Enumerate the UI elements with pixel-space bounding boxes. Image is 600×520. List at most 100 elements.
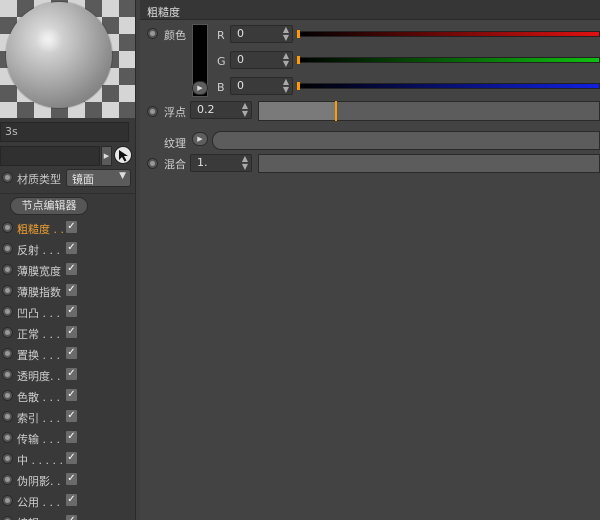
slider-handle[interactable] [297, 82, 300, 90]
channel-keyframe-icon[interactable] [2, 453, 13, 464]
preview-sphere [6, 2, 112, 108]
stepper-icon[interactable]: ▲ ▼ [283, 52, 289, 68]
channel-keyframe-icon[interactable] [2, 369, 13, 380]
material-preview[interactable] [0, 0, 135, 118]
channel-keyframe-icon[interactable] [2, 348, 13, 359]
channel-list-item[interactable]: 伪阴影. . ✓ [0, 470, 135, 491]
channel-list-item[interactable]: 透明度. . ✓ [0, 365, 135, 386]
green-slider[interactable] [297, 56, 600, 64]
mix-keyframe-icon[interactable] [147, 158, 158, 169]
stepper-icon[interactable]: ▲ ▼ [283, 78, 289, 94]
channel-keyframe-icon[interactable] [2, 411, 13, 422]
channel-name[interactable]: 透明度. . [17, 368, 61, 384]
channel-name[interactable]: 置换 . . . [17, 347, 60, 363]
channel-list-item[interactable]: 索引 . . . ✓ [0, 407, 135, 428]
stepper-icon[interactable]: ▲ ▼ [242, 102, 248, 118]
channel-keyframe-icon[interactable] [2, 222, 13, 233]
channel-name[interactable]: 编辑 . . . [17, 515, 60, 520]
expand-button[interactable]: ▶ [192, 81, 208, 95]
path-field[interactable] [0, 146, 100, 166]
channel-keyframe-icon[interactable] [2, 264, 13, 275]
channel-name[interactable]: 薄膜指数 [17, 284, 61, 300]
channel-name[interactable]: 粗糙度 . . [17, 221, 64, 237]
blue-value-field[interactable]: 0 ▲ ▼ [230, 77, 293, 95]
stepper-icon[interactable]: ▲ ▼ [283, 26, 289, 42]
channel-enable-checkbox[interactable]: ✓ [66, 473, 77, 485]
channel-list-item[interactable]: 置换 . . . ✓ [0, 344, 135, 365]
channel-keyframe-icon[interactable] [2, 495, 13, 506]
channel-enable-checkbox[interactable]: ✓ [66, 515, 77, 520]
channel-keyframe-icon[interactable] [2, 285, 13, 296]
channel-keyframe-icon[interactable] [2, 432, 13, 443]
float-keyframe-icon[interactable] [147, 106, 158, 117]
float-slider[interactable] [258, 101, 600, 121]
channel-list-item[interactable]: 反射 . . . ✓ [0, 239, 135, 260]
channel-list-item[interactable]: 粗糙度 . . ✓ [0, 218, 135, 239]
channel-list-item[interactable]: 中 . . . . . . ✓ [0, 449, 135, 470]
channel-list: 粗糙度 . . ✓ 反射 . . . ✓ 薄膜宽度 ✓ 薄膜指数 ✓ 凹凸 . . . ✓ 正常 .… [0, 218, 135, 520]
channel-name[interactable]: 凹凸 . . . [17, 305, 60, 321]
float-label: 浮点 [164, 106, 186, 119]
path-expand-button[interactable]: ▶ [101, 146, 112, 166]
channel-name[interactable]: 公用 . . . [17, 494, 60, 510]
channel-enable-checkbox[interactable]: ✓ [66, 263, 77, 275]
channel-list-item[interactable]: 编辑 . . . ✓ [0, 512, 135, 520]
channel-list-item[interactable]: 薄膜宽度 ✓ [0, 260, 135, 281]
channel-name[interactable]: 中 . . . . . . [17, 452, 70, 468]
green-channel-label: G [217, 55, 226, 68]
float-value-field[interactable]: 0.2 ▲ ▼ [190, 101, 252, 119]
channel-name[interactable]: 薄膜宽度 [17, 263, 61, 279]
channel-enable-checkbox[interactable]: ✓ [66, 221, 77, 233]
channel-enable-checkbox[interactable]: ✓ [66, 305, 77, 317]
channel-enable-checkbox[interactable]: ✓ [66, 284, 77, 296]
mix-slider[interactable] [258, 154, 600, 173]
channel-name[interactable]: 传输 . . . [17, 431, 60, 447]
blue-slider[interactable] [297, 82, 600, 90]
channel-name[interactable]: 反射 . . . [17, 242, 60, 258]
channel-enable-checkbox[interactable]: ✓ [66, 389, 77, 401]
chevron-down-icon: ▼ [119, 171, 126, 181]
node-editor-button[interactable]: 节点编辑器 [10, 197, 88, 215]
channel-enable-checkbox[interactable]: ✓ [66, 242, 77, 254]
channel-keyframe-icon[interactable] [2, 516, 13, 520]
channel-name[interactable]: 正常 . . . [17, 326, 60, 342]
color-label: 颜色 [164, 29, 186, 42]
channel-list-item[interactable]: 色散 . . . ✓ [0, 386, 135, 407]
channel-keyframe-icon[interactable] [2, 306, 13, 317]
material-type-keyframe-icon[interactable] [2, 172, 13, 183]
channel-list-item[interactable]: 公用 . . . ✓ [0, 491, 135, 512]
slider-handle[interactable] [297, 30, 300, 38]
mix-value-field[interactable]: 1. ▲ ▼ [190, 154, 252, 172]
channel-name[interactable]: 色散 . . . [17, 389, 60, 405]
channel-keyframe-icon[interactable] [2, 390, 13, 401]
time-field[interactable]: 3s [0, 122, 129, 142]
channel-enable-checkbox[interactable]: ✓ [66, 494, 77, 506]
color-keyframe-icon[interactable] [147, 28, 158, 39]
float-slider-handle[interactable] [335, 101, 337, 121]
channel-enable-checkbox[interactable]: ✓ [66, 326, 77, 338]
channel-list-item[interactable]: 传输 . . . ✓ [0, 428, 135, 449]
channel-enable-checkbox[interactable]: ✓ [66, 452, 77, 464]
channel-keyframe-icon[interactable] [2, 327, 13, 338]
channel-enable-checkbox[interactable]: ✓ [66, 368, 77, 380]
channel-keyframe-icon[interactable] [2, 474, 13, 485]
channel-list-item[interactable]: 凹凸 . . . ✓ [0, 302, 135, 323]
channel-name[interactable]: 索引 . . . [17, 410, 60, 426]
channel-list-item[interactable]: 薄膜指数 ✓ [0, 281, 135, 302]
channel-settings-panel: 粗糙度 颜色 R 0 ▲ ▼ G 0 ▲ ▼ ▶ B 0 ▲ ▼ 浮点 0.2 ▲ ▼ [140, 0, 600, 520]
channel-enable-checkbox[interactable]: ✓ [66, 431, 77, 443]
channel-name[interactable]: 伪阴影. . [17, 473, 61, 489]
texture-menu-button[interactable]: ▶ [192, 132, 208, 146]
stepper-icon[interactable]: ▲ ▼ [242, 155, 248, 171]
channel-list-item[interactable]: 正常 . . . ✓ [0, 323, 135, 344]
material-type-dropdown[interactable]: 镜面 ▼ [66, 169, 131, 187]
red-slider[interactable] [297, 30, 600, 38]
green-value-field[interactable]: 0 ▲ ▼ [230, 51, 293, 69]
channel-enable-checkbox[interactable]: ✓ [66, 347, 77, 359]
channel-keyframe-icon[interactable] [2, 243, 13, 254]
channel-enable-checkbox[interactable]: ✓ [66, 410, 77, 422]
pick-pointer-button[interactable] [114, 146, 132, 164]
texture-field[interactable] [212, 131, 600, 150]
red-value-field[interactable]: 0 ▲ ▼ [230, 25, 293, 43]
slider-handle[interactable] [297, 56, 300, 64]
